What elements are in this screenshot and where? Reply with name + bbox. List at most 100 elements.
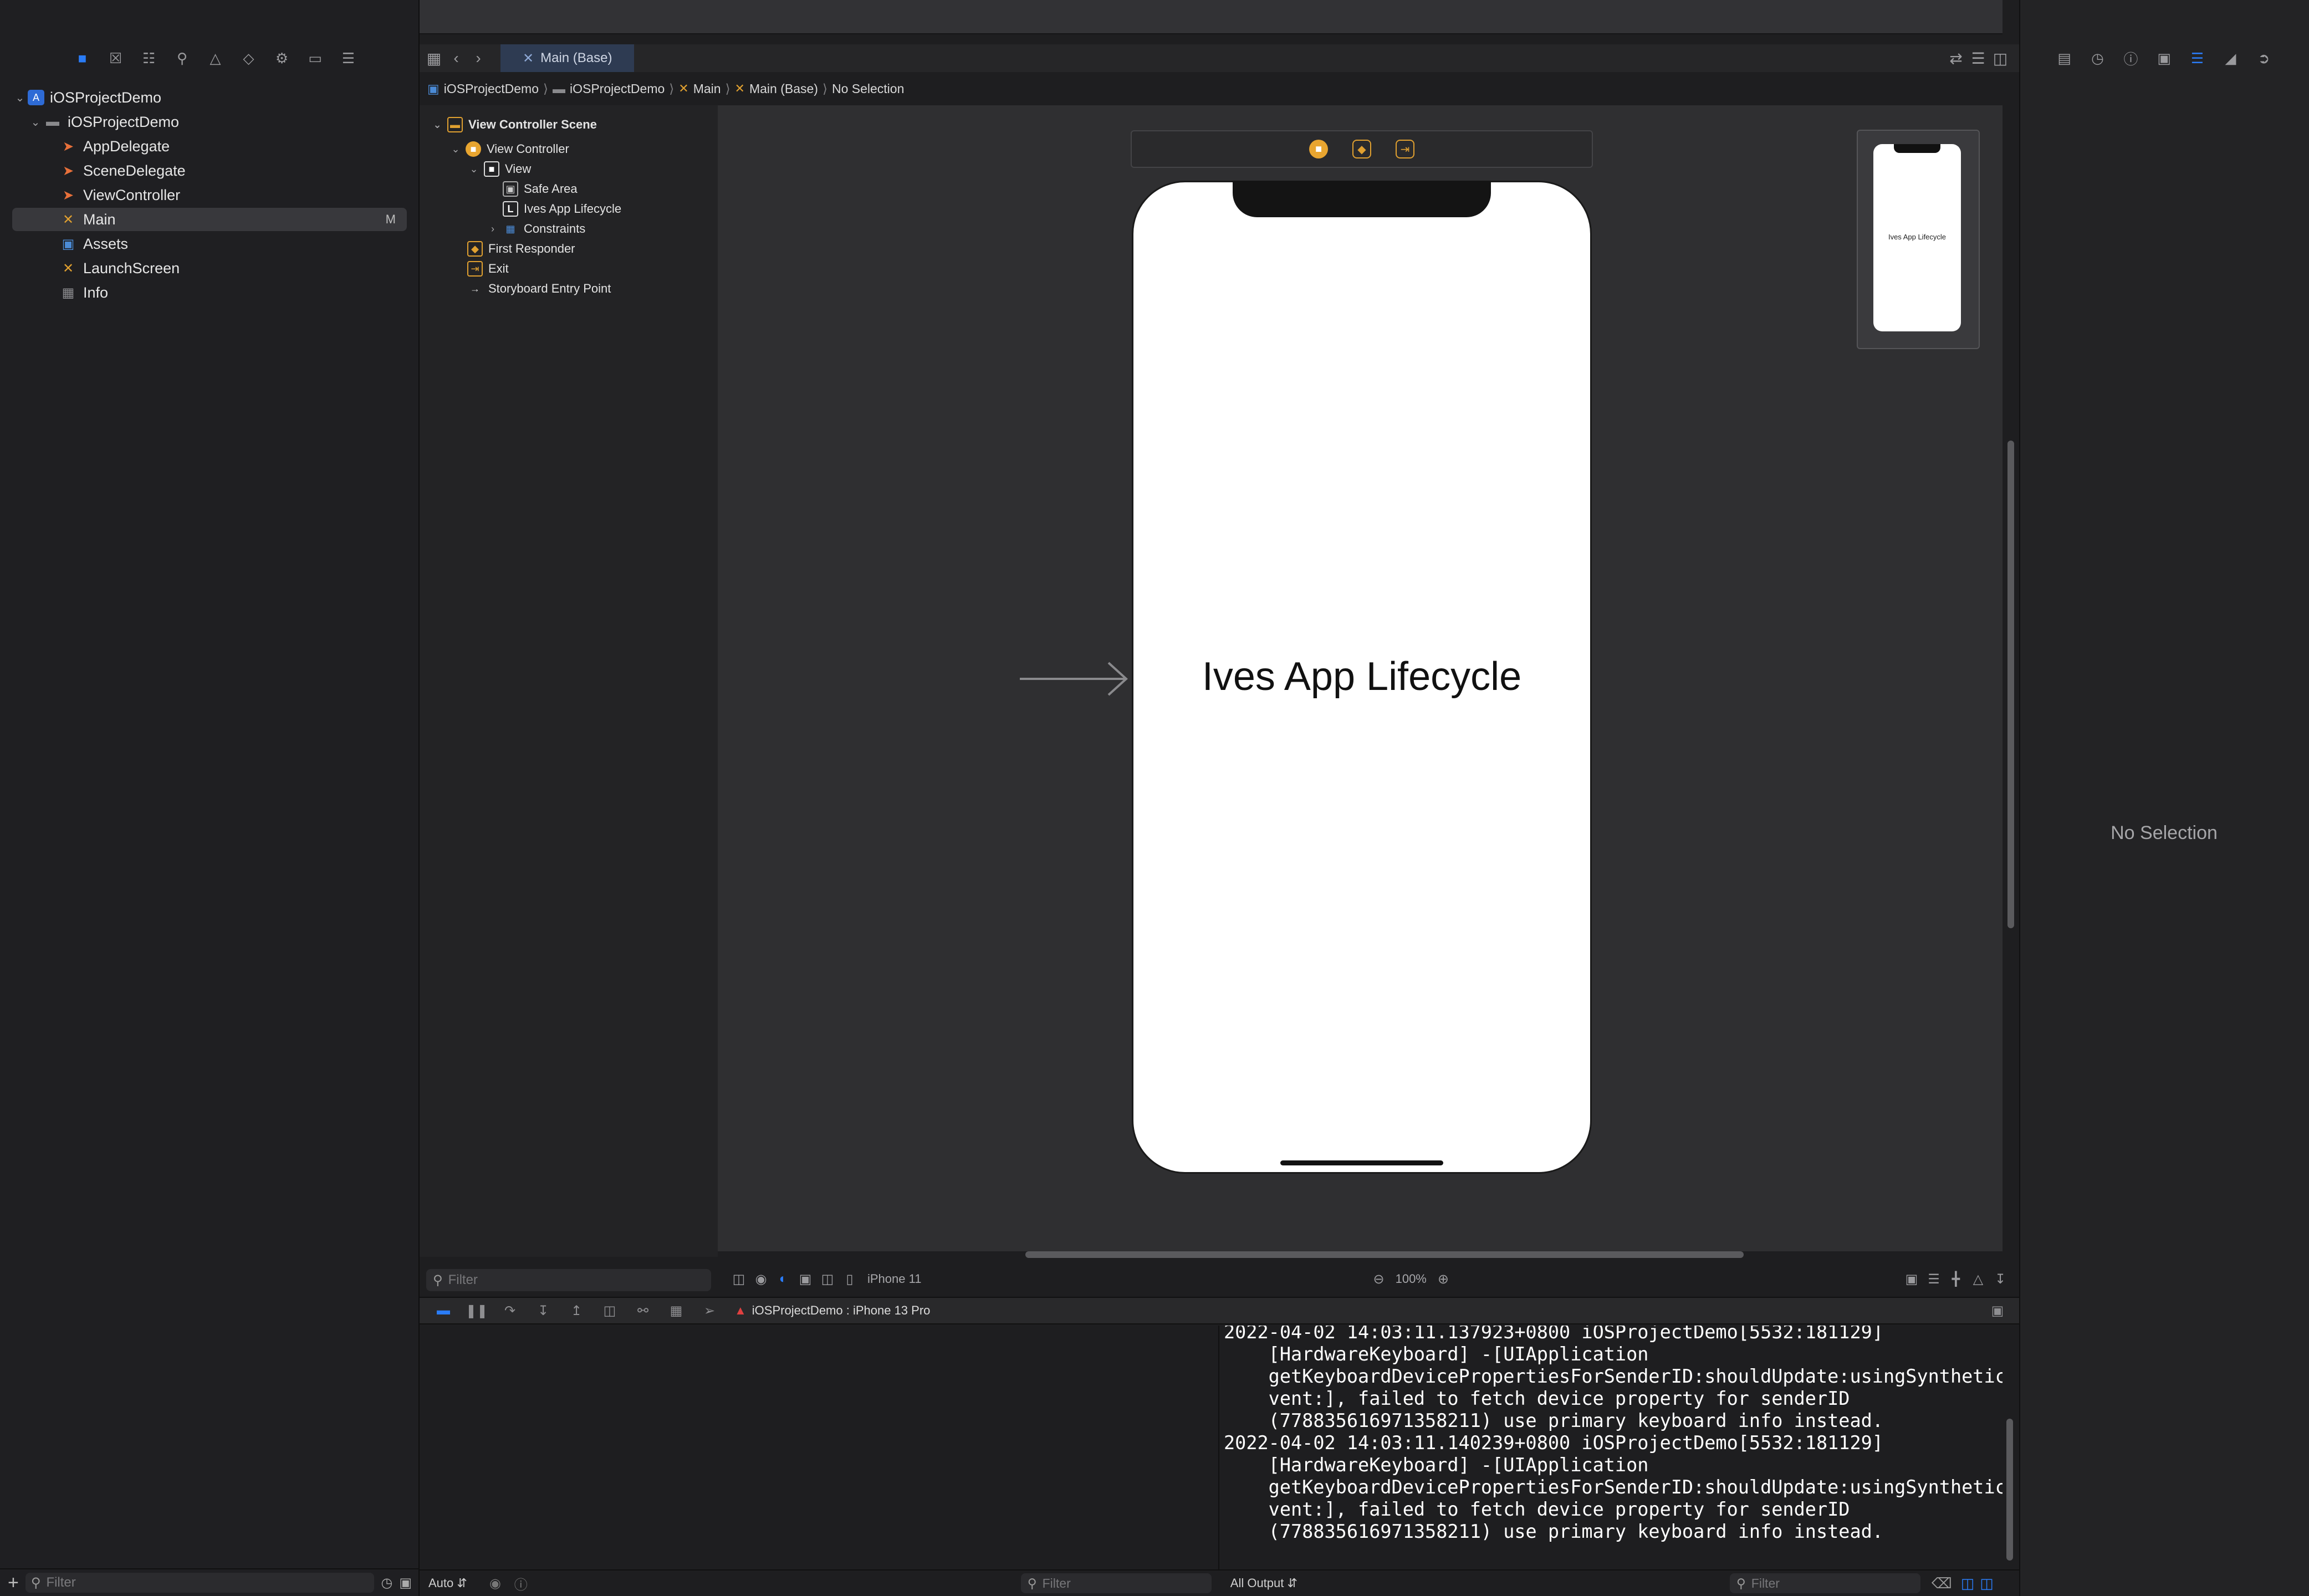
console-filter-field[interactable]: ⚲ Filter bbox=[1729, 1573, 1920, 1593]
layout-icon[interactable]: ◫ bbox=[816, 1268, 839, 1290]
step-into-icon[interactable]: ↧ bbox=[529, 1300, 557, 1322]
folder-icon[interactable]: ■ bbox=[73, 49, 92, 68]
ives-app-lifecycle-label[interactable]: Ives App Lifecycle bbox=[1132, 654, 1592, 699]
test-icon[interactable]: ◇ bbox=[239, 49, 258, 68]
sidebar-toggle-icon[interactable]: ◫ bbox=[728, 1268, 750, 1290]
chevron-down-icon[interactable]: ⌄ bbox=[467, 163, 481, 175]
device-label[interactable]: iPhone 11 bbox=[867, 1272, 921, 1286]
first-responder-icon[interactable]: ◆ bbox=[1352, 140, 1371, 158]
update-frames-icon[interactable]: ▣ bbox=[1901, 1268, 1923, 1290]
trash-icon[interactable]: ⌫ bbox=[1932, 1575, 1952, 1592]
zoom-in-icon[interactable]: ⊕ bbox=[1432, 1268, 1454, 1290]
align-icon[interactable]: ☰ bbox=[1923, 1268, 1945, 1290]
left-pane-icon[interactable]: ◫ bbox=[1961, 1575, 1975, 1592]
outline-label-item[interactable]: L Ives App Lifecycle bbox=[503, 200, 621, 218]
issue-icon[interactable]: △ bbox=[206, 49, 225, 68]
step-out-icon[interactable]: ↥ bbox=[563, 1300, 590, 1322]
zoom-out-icon[interactable]: ⊖ bbox=[1368, 1268, 1390, 1290]
outline-scene[interactable]: ⌄ ▬ View Controller Scene bbox=[431, 115, 597, 134]
chevron-down-icon[interactable]: ⌄ bbox=[12, 91, 28, 105]
breadcrumb-item[interactable]: iOSProjectDemo bbox=[444, 81, 539, 96]
report-icon[interactable]: ☰ bbox=[339, 49, 358, 68]
canvas-horizontal-scrollbar[interactable] bbox=[1025, 1251, 1744, 1258]
tree-item-appdelegate[interactable]: ➤ AppDelegate bbox=[12, 135, 407, 158]
tree-item-launchscreen[interactable]: ✕ LaunchScreen bbox=[12, 257, 407, 280]
size-inspector-icon[interactable]: ◢ bbox=[2220, 48, 2241, 69]
source-control-filter-icon[interactable]: ▣ bbox=[399, 1575, 412, 1591]
debug-icon[interactable]: ⚙ bbox=[273, 49, 292, 68]
tree-item-main[interactable]: ✕ Main M bbox=[12, 208, 407, 231]
environment-icon[interactable]: ▦ bbox=[662, 1300, 690, 1322]
view-hierarchy-icon[interactable]: ◫ bbox=[596, 1300, 624, 1322]
find-icon[interactable]: ⚲ bbox=[173, 49, 192, 68]
identity-inspector-icon[interactable]: ▣ bbox=[2154, 48, 2175, 69]
history-inspector-icon[interactable]: ◷ bbox=[2087, 48, 2108, 69]
outline-entry-point[interactable]: → Storyboard Entry Point bbox=[467, 279, 611, 298]
exit-icon[interactable]: ⇥ bbox=[1396, 140, 1414, 158]
canvas-vertical-scrollbar[interactable] bbox=[2007, 441, 2014, 928]
chevron-down-icon[interactable]: ⌄ bbox=[431, 119, 444, 131]
memory-graph-icon[interactable]: ⚯ bbox=[629, 1300, 657, 1322]
tree-item-viewcontroller[interactable]: ➤ ViewController bbox=[12, 183, 407, 207]
outline-constraints[interactable]: › ▦ Constraints bbox=[486, 219, 585, 238]
device-icon[interactable]: ▯ bbox=[839, 1268, 861, 1290]
chevron-down-icon[interactable]: ⌄ bbox=[28, 115, 43, 129]
dark-mode-icon[interactable]: ◐ bbox=[772, 1268, 794, 1290]
attributes-inspector-icon[interactable]: ☰ bbox=[2187, 48, 2208, 69]
console-view[interactable]: 2022-04-02 14:03:11.137923+0800 iOSProje… bbox=[1220, 1326, 2003, 1569]
tree-item-group[interactable]: ⌄ ▬ iOSProjectDemo bbox=[12, 110, 407, 134]
pause-icon[interactable]: ❚❚ bbox=[463, 1300, 491, 1322]
resolve-issues-icon[interactable]: △ bbox=[1967, 1268, 1989, 1290]
tree-item-assets[interactable]: ▣ Assets bbox=[12, 232, 407, 255]
hide-debug-area-icon[interactable]: ▣ bbox=[1984, 1300, 2011, 1322]
refresh-icon[interactable]: ⇄ bbox=[1945, 47, 1967, 69]
variables-scope-select[interactable]: Auto ⇵ bbox=[428, 1576, 467, 1590]
step-over-icon[interactable]: ↷ bbox=[496, 1300, 524, 1322]
outline-exit[interactable]: ⇥ Exit bbox=[467, 259, 509, 278]
outline-filter-field[interactable]: ⚲ Filter bbox=[426, 1269, 711, 1291]
symbol-icon[interactable]: ☷ bbox=[140, 49, 159, 68]
view-controller-icon[interactable]: ■ bbox=[1309, 140, 1328, 158]
info-icon[interactable]: ⓘ bbox=[514, 1574, 528, 1593]
debug-area-toggle-icon[interactable]: ▬ bbox=[430, 1300, 457, 1322]
add-icon[interactable]: + bbox=[8, 1572, 19, 1594]
outline-safe-area[interactable]: ▣ Safe Area bbox=[503, 180, 578, 198]
appearance-icon[interactable]: ◉ bbox=[750, 1268, 772, 1290]
editor-options-icon[interactable]: ☰ bbox=[1967, 47, 1989, 69]
forward-icon[interactable]: › bbox=[467, 47, 489, 69]
entry-point-arrow[interactable] bbox=[1020, 659, 1131, 698]
help-inspector-icon[interactable]: ⓘ bbox=[2121, 48, 2142, 69]
grid-icon[interactable]: ▦ bbox=[423, 47, 445, 69]
location-icon[interactable]: ➢ bbox=[696, 1300, 723, 1322]
file-inspector-icon[interactable]: ▤ bbox=[2054, 48, 2075, 69]
outline-view[interactable]: ⌄ ■ View bbox=[467, 160, 531, 178]
add-constraints-icon[interactable]: ╋ bbox=[1945, 1268, 1967, 1290]
chevron-down-icon[interactable]: ⌄ bbox=[449, 144, 462, 155]
tree-item-info[interactable]: ▦ Info bbox=[12, 281, 407, 304]
tree-item-scenedelegate[interactable]: ➤ SceneDelegate bbox=[12, 159, 407, 182]
connections-inspector-icon[interactable]: ➲ bbox=[2254, 48, 2275, 69]
breadcrumb-item[interactable]: No Selection bbox=[832, 81, 904, 96]
recent-files-icon[interactable]: ◷ bbox=[381, 1575, 392, 1591]
tree-item-project[interactable]: ⌄ A iOSProjectDemo bbox=[12, 86, 407, 109]
outline-view-controller[interactable]: ⌄ ■ View Controller bbox=[449, 140, 569, 158]
source-control-icon[interactable]: ☒ bbox=[106, 49, 125, 68]
chevron-right-icon[interactable]: › bbox=[486, 223, 499, 235]
variables-filter-field[interactable]: ⚲ Filter bbox=[1020, 1573, 1212, 1593]
right-pane-icon[interactable]: ◫ bbox=[1980, 1575, 1994, 1592]
orientation-icon[interactable]: ▣ bbox=[794, 1268, 816, 1290]
debug-target[interactable]: ▲ iOSProjectDemo : iPhone 13 Pro bbox=[734, 1303, 930, 1318]
breakpoint-icon[interactable]: ▭ bbox=[306, 49, 325, 68]
tab-main-base[interactable]: ✕ Main (Base) bbox=[500, 44, 635, 72]
breadcrumb-item[interactable]: Main bbox=[693, 81, 721, 96]
add-editor-icon[interactable]: ◫ bbox=[1989, 47, 2011, 69]
console-scrollbar[interactable] bbox=[2006, 1419, 2013, 1561]
breadcrumb-item[interactable]: iOSProjectDemo bbox=[570, 81, 665, 96]
back-icon[interactable]: ‹ bbox=[445, 47, 467, 69]
outline-first-responder[interactable]: ◆ First Responder bbox=[467, 239, 575, 258]
embed-in-icon[interactable]: ↧ bbox=[1989, 1268, 2011, 1290]
eye-icon[interactable]: ◉ bbox=[489, 1575, 501, 1592]
navigator-filter-field[interactable]: ⚲ Filter bbox=[25, 1573, 375, 1593]
output-select[interactable]: All Output ⇵ bbox=[1230, 1576, 1297, 1590]
breadcrumb-item[interactable]: Main (Base) bbox=[749, 81, 818, 96]
